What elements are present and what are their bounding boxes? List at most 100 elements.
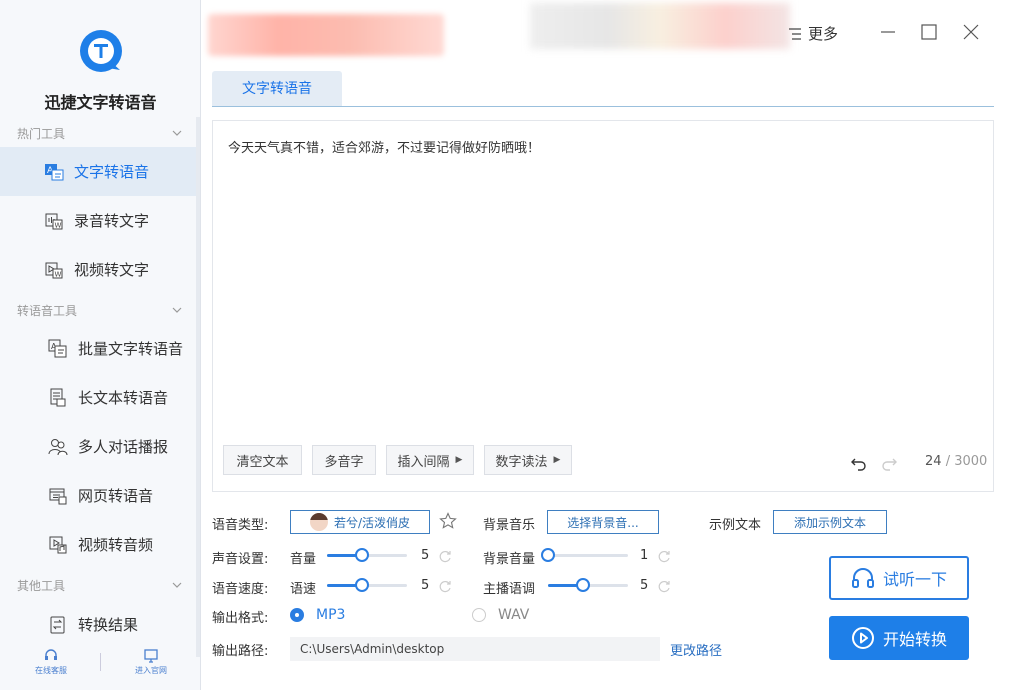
sidebar-item-webpage[interactable]: 网页转语音: [0, 471, 196, 520]
volume-slider[interactable]: [327, 548, 407, 562]
insert-pause-button[interactable]: 插入间隔 ▶: [386, 445, 474, 475]
sidebar-item-batch-tts[interactable]: A 批量文字转语音: [0, 324, 196, 373]
output-format-label: 输出格式:: [212, 611, 269, 626]
blurred-user-area: [530, 3, 790, 49]
svg-text:W: W: [55, 270, 62, 278]
sound-settings-label: 声音设置:: [212, 552, 269, 567]
sidebar-item-text-to-speech[interactable]: A 文字转语音: [0, 147, 196, 196]
slider-knob[interactable]: [576, 578, 590, 592]
chevron-down-icon: [172, 582, 182, 588]
voice-select-button[interactable]: 若兮/活泼俏皮: [290, 510, 430, 534]
minimize-icon[interactable]: [878, 22, 898, 42]
clear-text-button[interactable]: 清空文本: [223, 445, 302, 475]
sidebar-item-video-to-text[interactable]: W 视频转文字: [0, 245, 196, 294]
add-sample-text-button[interactable]: 添加示例文本: [773, 510, 887, 534]
voice-type-label: 语音类型:: [212, 518, 269, 533]
redo-icon[interactable]: [880, 454, 898, 472]
long-text-icon: [50, 388, 66, 406]
preview-listen-label: 试听一下: [882, 570, 947, 589]
char-count: 24: [925, 454, 942, 469]
video-to-text-icon: W: [45, 262, 63, 278]
group-title-other[interactable]: 其他工具: [17, 577, 182, 594]
website-button[interactable]: 进入官网: [111, 645, 191, 676]
pitch-value: 5: [640, 578, 649, 593]
audio-to-text-icon: W: [45, 213, 63, 229]
polyphone-button[interactable]: 多音字: [312, 445, 376, 475]
radio-dot: [472, 608, 486, 622]
sidebar-item-label: 视频转文字: [74, 261, 150, 279]
sidebar-item-label: 视频转音频: [78, 536, 154, 554]
bg-music-label: 背景音乐: [483, 518, 536, 533]
bg-volume-slider[interactable]: [541, 548, 628, 562]
preview-listen-button[interactable]: 试听一下: [829, 556, 969, 600]
online-support-button[interactable]: 在线客服: [11, 645, 91, 676]
menu-icon: [789, 27, 801, 40]
output-path-field[interactable]: C:\Users\Admin\desktop: [290, 637, 660, 661]
rate-slider[interactable]: [327, 578, 407, 592]
editor-text[interactable]: 今天天气真不错，适合郊游，不过要记得做好防晒哦！: [228, 137, 540, 156]
choose-bg-music-button[interactable]: 选择背景音...: [547, 510, 659, 534]
sidebar: 迅捷文字转语音 热门工具 A 文字转语音 W 录音转文字 W 视频转文字 转语音…: [0, 0, 201, 690]
rate-label: 语速: [290, 582, 317, 597]
reset-icon[interactable]: [439, 550, 452, 563]
number-reading-label: 数字读法: [495, 454, 548, 470]
close-icon[interactable]: [961, 22, 981, 42]
tab-text-to-speech[interactable]: 文字转语音: [212, 71, 342, 107]
output-path-label: 输出路径:: [212, 644, 269, 659]
pitch-slider[interactable]: [548, 578, 628, 592]
format-wav-radio[interactable]: WAV: [472, 607, 529, 623]
slider-knob[interactable]: [355, 548, 369, 562]
monitor-icon: [144, 649, 158, 663]
group-title-tts[interactable]: 转语音工具: [17, 302, 182, 319]
more-menu-button[interactable]: 更多: [788, 23, 838, 44]
sidebar-item-label: 文字转语音: [74, 163, 150, 181]
sidebar-scrollbar[interactable]: [196, 117, 200, 657]
tab-underline: [212, 106, 994, 107]
chevron-down-icon: [172, 307, 182, 313]
sidebar-item-long-text[interactable]: 长文本转语音: [0, 373, 196, 422]
change-path-link[interactable]: 更改路径: [670, 640, 722, 659]
bg-volume-value: 1: [640, 548, 649, 563]
sidebar-item-audio-to-text[interactable]: W 录音转文字: [0, 196, 196, 245]
start-convert-label: 开始转换: [882, 630, 947, 649]
multi-voice-icon: [48, 438, 68, 455]
format-mp3-radio[interactable]: MP3: [290, 607, 345, 623]
reset-icon[interactable]: [658, 550, 671, 563]
group-title-hot[interactable]: 热门工具: [17, 125, 182, 142]
polyphone-label: 多音字: [324, 454, 364, 470]
sidebar-item-label: 长文本转语音: [78, 389, 169, 407]
undo-icon[interactable]: [850, 454, 868, 472]
reset-icon[interactable]: [658, 580, 671, 593]
sidebar-item-result[interactable]: 转换结果: [0, 600, 196, 649]
char-max: / 3000: [945, 454, 988, 469]
bg-volume-label: 背景音量: [483, 552, 536, 567]
start-convert-button[interactable]: 开始转换: [829, 616, 969, 660]
text-editor[interactable]: 今天天气真不错，适合郊游，不过要记得做好防晒哦！ 清空文本 多音字 插入间隔 ▶…: [212, 120, 994, 492]
blurred-banner: [208, 14, 444, 56]
slider-knob[interactable]: [541, 548, 555, 562]
result-icon: [50, 616, 65, 633]
number-reading-button[interactable]: 数字读法 ▶: [484, 445, 572, 475]
app-title: 迅捷文字转语音: [44, 93, 157, 112]
website-label: 进入官网: [135, 666, 167, 675]
more-label: 更多: [808, 25, 839, 43]
batch-tts-icon: A: [48, 339, 67, 357]
maximize-icon[interactable]: [919, 22, 939, 42]
sidebar-item-label: 转换结果: [78, 616, 139, 634]
insert-pause-label: 插入间隔: [397, 454, 450, 470]
sidebar-item-video-audio[interactable]: 视频转音频: [0, 520, 196, 569]
sidebar-item-label: 网页转语音: [78, 487, 154, 505]
sidebar-item-label: 批量文字转语音: [78, 340, 184, 358]
sidebar-item-multi-voice[interactable]: 多人对话播报: [0, 422, 196, 471]
headphones-icon: [851, 568, 874, 588]
pitch-label: 主播语调: [483, 582, 536, 597]
format-mp3-label: MP3: [316, 607, 346, 623]
slider-knob[interactable]: [355, 578, 369, 592]
svg-text:W: W: [55, 221, 62, 229]
sidebar-footer: 在线客服 进入官网: [0, 645, 201, 690]
reset-icon[interactable]: [439, 580, 452, 593]
slider-track: [548, 554, 628, 557]
voice-avatar: [309, 513, 328, 531]
speech-speed-label: 语音速度:: [212, 582, 269, 597]
star-icon[interactable]: [439, 512, 457, 530]
